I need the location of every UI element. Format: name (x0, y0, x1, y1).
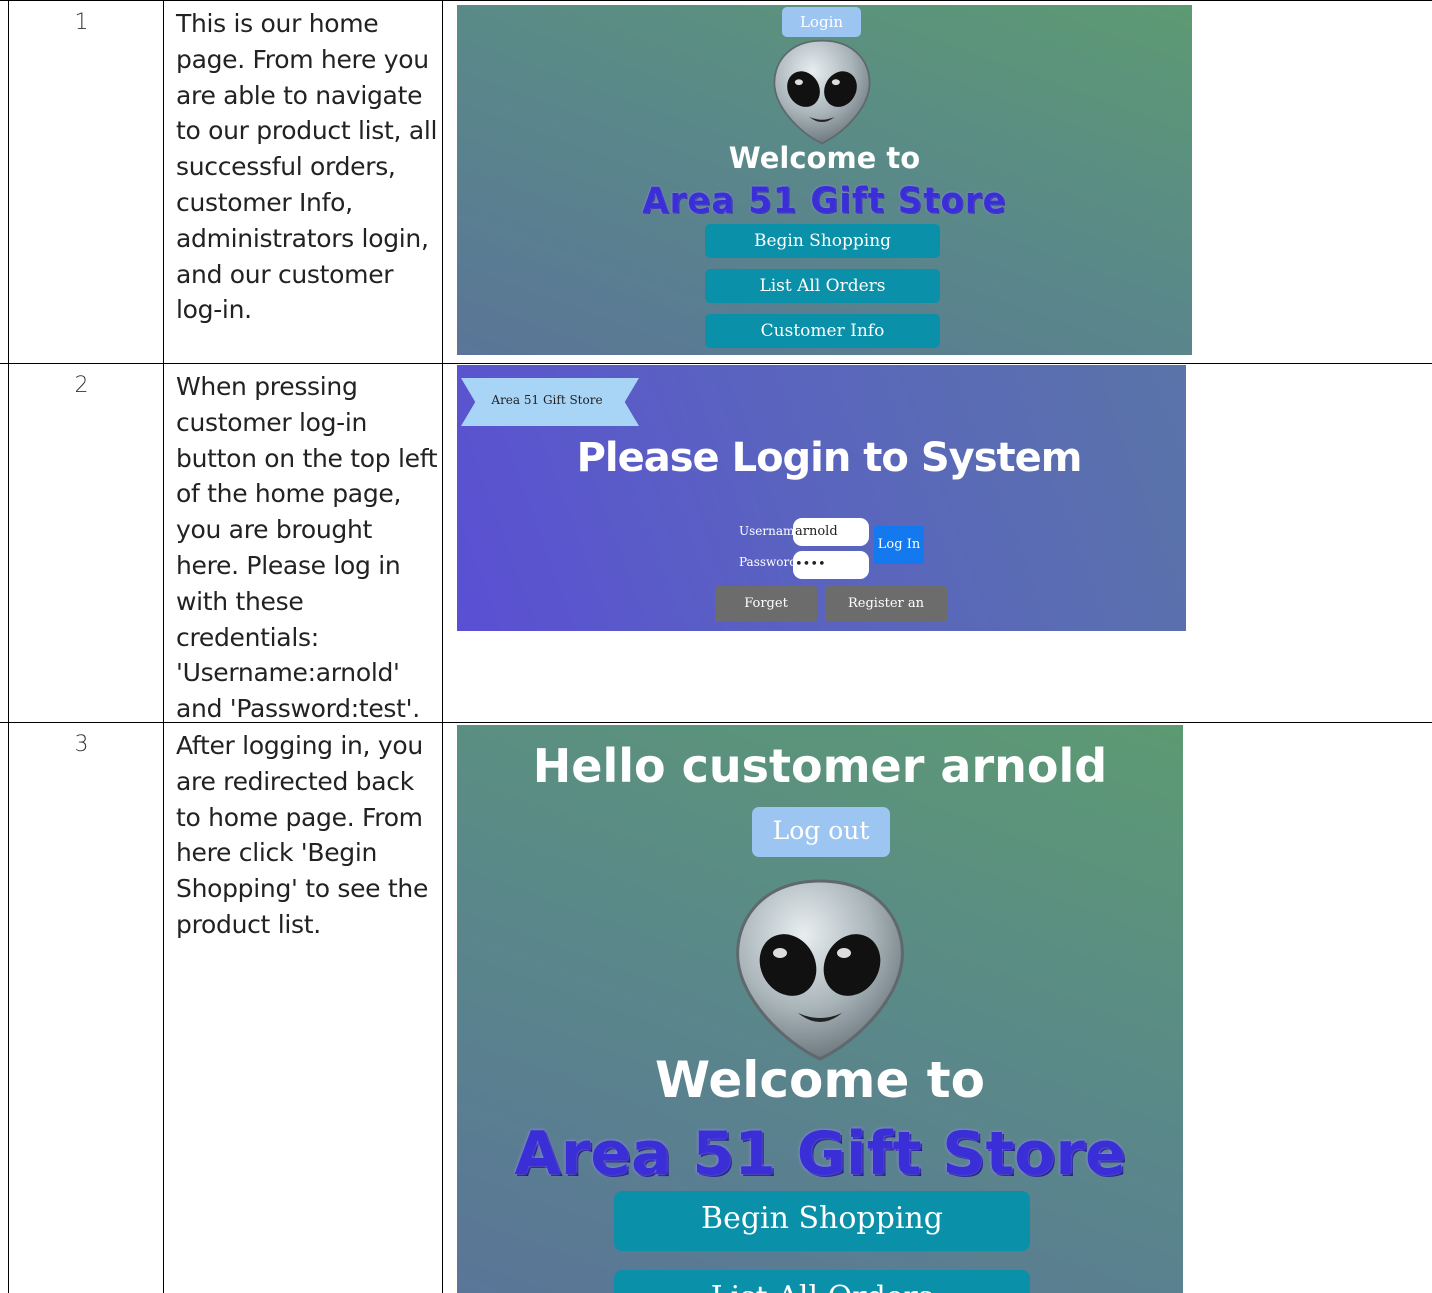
login-title: Please Login to System (576, 435, 1083, 481)
customer-info-button[interactable]: Customer Info (705, 314, 940, 348)
step-number: 3 (74, 732, 89, 757)
step-number: 1 (74, 10, 89, 35)
alien-icon (773, 39, 871, 145)
list-all-orders-button[interactable]: List All Orders (614, 1270, 1030, 1293)
step-number: 2 (74, 373, 89, 398)
welcome-heading: Welcome to (728, 141, 921, 175)
step-description: This is our home page. From here you are… (176, 9, 438, 325)
password-input[interactable]: •••• (793, 551, 869, 579)
begin-shopping-button[interactable]: Begin Shopping (614, 1191, 1030, 1251)
password-label: Password: (739, 555, 801, 569)
login-page-screenshot: Area 51 Gift Store Please Login to Syste… (457, 365, 1186, 631)
home-page-screenshot: Login Welcome to Area 51 Gift Store Begi… (457, 5, 1192, 355)
logged-in-home-screenshot: Hello customer arnold Log out Welcome to… (457, 725, 1183, 1293)
hello-heading: Hello customer arnold (532, 739, 1108, 793)
username-input[interactable]: arnold (793, 518, 869, 546)
ribbon-text: Area 51 Gift Store (491, 393, 603, 407)
begin-shopping-button[interactable]: Begin Shopping (705, 224, 940, 258)
store-name-logo: Area 51 Gift Store (642, 180, 1007, 222)
alien-icon (736, 879, 904, 1061)
step-description: When pressing customer log-in button on … (176, 372, 438, 724)
forget-password-button[interactable]: Forget password (715, 586, 817, 622)
log-out-button[interactable]: Log out (752, 807, 890, 857)
login-button[interactable]: Login (782, 7, 861, 37)
register-account-button[interactable]: Register an account (825, 586, 947, 622)
welcome-heading: Welcome to (654, 1051, 986, 1109)
log-in-button[interactable]: Log In (874, 526, 924, 564)
step-description: After logging in, you are redirected bac… (176, 731, 429, 939)
list-all-orders-button[interactable]: List All Orders (705, 269, 940, 303)
store-name-logo: Area 51 Gift Store (514, 1119, 1126, 1189)
